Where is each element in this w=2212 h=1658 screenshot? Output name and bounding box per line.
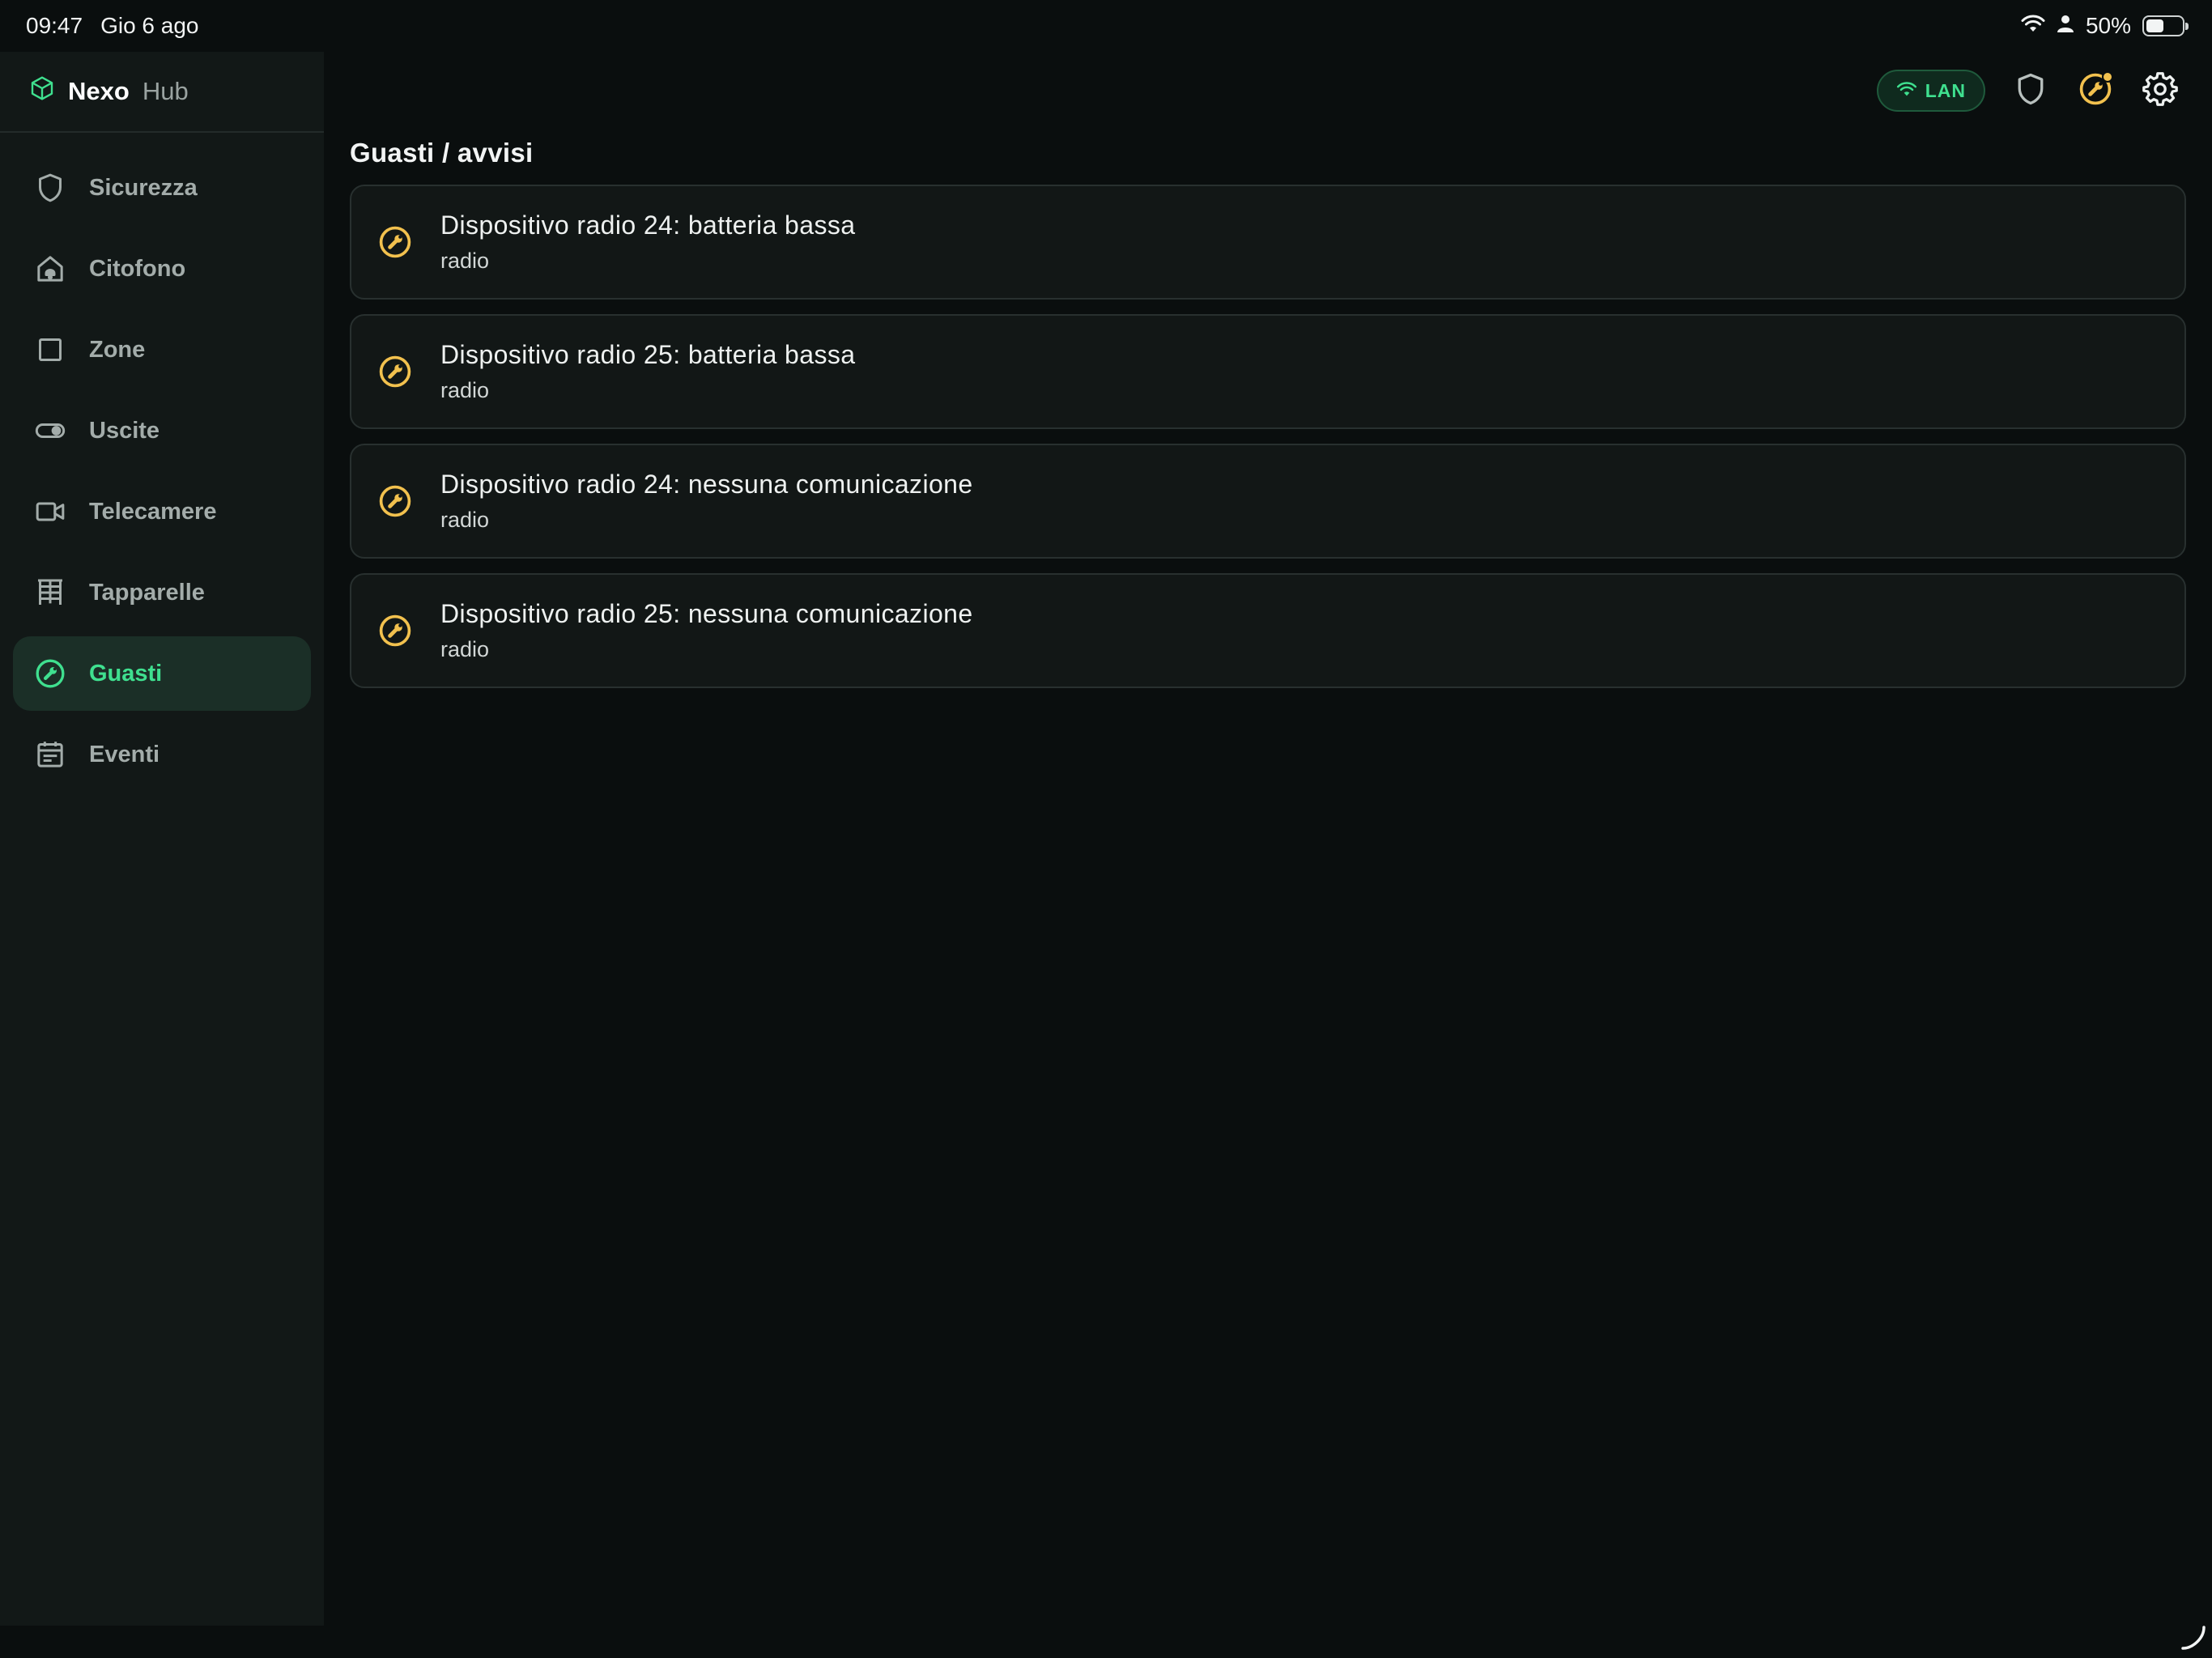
fault-subtitle: radio — [440, 508, 490, 532]
cube-icon — [29, 75, 55, 108]
sidebar-item-label: Tapparelle — [89, 579, 205, 606]
status-right: 50% — [2021, 13, 2189, 39]
person-icon — [2057, 13, 2074, 39]
sidebar-item-zone[interactable]: Zone — [13, 312, 311, 387]
fault-title: Dispositivo radio 25: nessuna comunicazi… — [440, 599, 973, 628]
fault-subtitle: radio — [440, 637, 490, 661]
fault-item[interactable]: Dispositivo radio 24: batteria bassa rad… — [350, 185, 2186, 300]
fault-text: Dispositivo radio 24: nessuna comunicazi… — [440, 470, 973, 533]
square-icon — [34, 334, 66, 366]
status-date: Gio 6 ago — [100, 13, 199, 38]
sidebar-item-label: Guasti — [89, 660, 163, 687]
fault-item[interactable]: Dispositivo radio 25: batteria bassa rad… — [350, 314, 2186, 429]
sidebar-item-sicurezza[interactable]: Sicurezza — [13, 151, 311, 225]
page-title: Guasti / avvisi — [350, 138, 534, 168]
wrench-circle-icon — [377, 483, 413, 519]
battery-icon — [2142, 15, 2189, 36]
gear-icon — [2142, 71, 2178, 111]
fault-title: Dispositivo radio 25: batteria bassa — [440, 340, 856, 369]
fault-item[interactable]: Dispositivo radio 24: nessuna comunicazi… — [350, 444, 2186, 559]
battery-percent: 50% — [2085, 13, 2131, 38]
sidebar-item-label: Citofono — [89, 255, 186, 282]
status-left: 09:47 Gio 6 ago — [26, 13, 199, 39]
faults-button[interactable] — [2076, 71, 2115, 110]
wrench-circle-icon — [377, 354, 413, 389]
wifi-icon — [2021, 13, 2045, 39]
sidebar-item-eventi[interactable]: Eventi — [13, 717, 311, 792]
fault-subtitle: radio — [440, 249, 490, 273]
brand-name: Nexo — [68, 77, 130, 105]
brand-suffix: Hub — [142, 77, 189, 105]
top-toolbar: LAN — [1876, 70, 2180, 112]
wrench-circle-icon — [377, 224, 413, 260]
calendar-icon — [34, 738, 66, 771]
camera-icon — [34, 495, 66, 528]
sidebar-item-telecamere[interactable]: Telecamere — [13, 474, 311, 549]
toggle-icon — [34, 414, 66, 447]
brand[interactable]: Nexo Hub — [0, 52, 324, 133]
fault-text: Dispositivo radio 24: batteria bassa rad… — [440, 210, 855, 274]
lan-status-badge[interactable]: LAN — [1876, 70, 1985, 112]
fault-subtitle: radio — [440, 378, 490, 402]
app-root: 09:47 Gio 6 ago 50% Nexo Hub Sicurezza C… — [0, 0, 2212, 1658]
sidebar-nav: Sicurezza Citofono Zone Uscite Telecamer… — [0, 133, 324, 792]
status-time: 09:47 — [26, 13, 83, 38]
wrench-circle-icon — [377, 613, 413, 648]
wrench-circle-icon — [34, 657, 66, 690]
sidebar-item-label: Zone — [89, 336, 146, 363]
intercom-icon — [34, 253, 66, 285]
sidebar-item-label: Uscite — [89, 417, 160, 444]
battery-fill — [2146, 19, 2163, 32]
blinds-icon — [34, 576, 66, 609]
sidebar-item-label: Eventi — [89, 741, 160, 767]
sidebar-item-label: Telecamere — [89, 498, 217, 525]
notification-dot — [2102, 71, 2113, 83]
sidebar-item-label: Sicurezza — [89, 174, 198, 201]
fault-item[interactable]: Dispositivo radio 25: nessuna comunicazi… — [350, 573, 2186, 688]
main-content: Guasti / avvisi Dispositivo radio 24: ba… — [350, 138, 2186, 703]
fault-text: Dispositivo radio 25: nessuna comunicazi… — [440, 599, 973, 662]
fault-list: Dispositivo radio 24: batteria bassa rad… — [350, 185, 2186, 688]
sidebar-item-tapparelle[interactable]: Tapparelle — [13, 555, 311, 630]
shield-icon — [34, 172, 66, 204]
sidebar-item-citofono[interactable]: Citofono — [13, 232, 311, 306]
wifi-icon — [1896, 80, 1917, 102]
status-bar: 09:47 Gio 6 ago 50% — [0, 0, 2212, 52]
sidebar-item-guasti[interactable]: Guasti — [13, 636, 311, 711]
fault-text: Dispositivo radio 25: batteria bassa rad… — [440, 340, 855, 403]
lan-label: LAN — [1925, 79, 1966, 101]
fault-title: Dispositivo radio 24: batteria bassa — [440, 210, 856, 240]
shield-icon — [2013, 71, 2048, 111]
fault-title: Dispositivo radio 24: nessuna comunicazi… — [440, 470, 973, 499]
sidebar-item-uscite[interactable]: Uscite — [13, 393, 311, 468]
resize-corner-icon — [2180, 1624, 2207, 1652]
security-button[interactable] — [2011, 71, 2050, 110]
sidebar: Nexo Hub Sicurezza Citofono Zone Uscite … — [0, 52, 324, 1626]
settings-button[interactable] — [2141, 71, 2180, 110]
